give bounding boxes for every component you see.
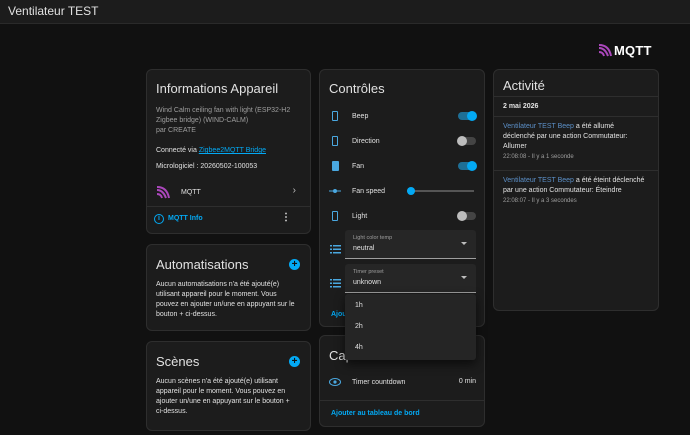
activity-entry: Ventilateur TEST Beep a été éteint décle… [503, 176, 650, 206]
device-icon [328, 109, 342, 123]
control-row-fan-speed: Fan speed [328, 182, 476, 200]
mqtt-integration-label: MQTT [181, 189, 201, 196]
connected-via-label: Connecté via [156, 147, 199, 154]
overflow-menu-icon[interactable]: ⋮ [281, 212, 291, 223]
light-color-temp-select[interactable]: Light color temp neutral [345, 230, 476, 259]
scenes-text-line: appareil pour le moment. Vous pouvez en [156, 388, 286, 395]
timer-countdown-row[interactable]: Timer countdown 0 min [328, 373, 476, 391]
control-row-fan[interactable]: Fan [328, 157, 477, 175]
beep-label: Beep [352, 112, 369, 120]
activity-text: déclenché par une action Commutateur: [503, 133, 628, 140]
control-row-beep[interactable]: Beep [328, 107, 477, 125]
eye-icon [328, 375, 342, 389]
device-icon [328, 209, 342, 223]
timer-preset-dropdown-menu: 1h 2h 4h [345, 294, 476, 360]
device-info-card: Informations Appareil Wind Calm ceiling … [146, 69, 311, 234]
device-icon [328, 159, 342, 173]
mqtt-logo-icon [598, 43, 612, 56]
light-label: Light [352, 212, 368, 220]
scenes-text-line: ajouter un/une en appuyant sur le bouton… [156, 398, 290, 405]
activity-text: a été allumé [573, 123, 615, 130]
mqtt-logo-text: MQTT [614, 42, 652, 58]
dropdown-arrow-icon [461, 242, 467, 245]
device-model-line-1: Wind Calm ceiling fan with light (ESP32-… [156, 107, 291, 114]
list-icon [330, 275, 341, 293]
activity-text: par une action Commutateur: Éteindre [503, 187, 622, 194]
divider [147, 206, 310, 207]
timer-preset-select[interactable]: Timer preset unknown [345, 264, 476, 293]
activity-card: Activité 2 mai 2026 Ventilateur TEST Bee… [493, 69, 659, 311]
device-info-title: Informations Appareil [156, 81, 279, 96]
connected-via: Connecté via Zigbee2MQTT Bridge [156, 146, 266, 156]
activity-entity-link[interactable]: Ventilateur TEST Beep [503, 123, 574, 130]
automations-text-line: bouton + ci-dessus. [156, 311, 217, 318]
activity-entity-link[interactable]: Ventilateur TEST Beep [503, 177, 574, 184]
fan-speed-slider[interactable] [407, 187, 474, 195]
light-color-temp-caption: Light color temp [353, 235, 393, 241]
device-icon [328, 134, 342, 148]
dropdown-option[interactable]: 2h [355, 323, 363, 330]
direction-label: Direction [352, 137, 380, 145]
divider [494, 116, 658, 117]
activity-text: Allumer [503, 143, 527, 150]
activity-date: 2 mai 2026 [503, 103, 539, 110]
dropdown-arrow-icon [461, 276, 467, 279]
page-title: Ventilateur TEST [8, 4, 99, 18]
scenes-text-line: Aucun scènes n'a été ajouté(e) utilisant [156, 378, 278, 385]
automations-text-line: pouvez en ajouter un/une en appuyant sur… [156, 301, 295, 308]
automations-card: Automatisations + Aucun automatisations … [146, 244, 311, 331]
automations-empty-text: Aucun automatisations n'a été ajouté(e) … [156, 280, 295, 320]
scenes-text-line: ci-dessus. [156, 408, 188, 415]
chevron-right-icon: › [292, 185, 296, 196]
fan-speed-label: Fan speed [352, 187, 386, 195]
add-automation-button[interactable]: + [289, 259, 300, 270]
mqtt-logo: MQTT [598, 42, 658, 58]
device-manufacturer: par CREATE [156, 127, 196, 134]
top-bar: Ventilateur TEST [0, 0, 690, 24]
dropdown-option[interactable]: 4h [355, 344, 363, 351]
fan-toggle[interactable] [458, 161, 477, 171]
mqtt-info-label: MQTT Info [168, 215, 203, 222]
add-scene-button[interactable]: + [289, 356, 300, 367]
dropdown-option[interactable]: 1h [355, 302, 363, 309]
activity-time: 22:08:07 - Il y a 3 secondes [503, 198, 577, 204]
activity-text: a été éteint déclenché [573, 177, 645, 184]
activity-title: Activité [503, 78, 545, 93]
add-to-dashboard-link[interactable]: Ajouter au tableau de bord [331, 409, 420, 419]
mqtt-integration-row[interactable]: MQTT › [147, 182, 310, 204]
slider-icon [328, 184, 342, 198]
direction-toggle[interactable] [457, 136, 476, 146]
scenes-title: Scènes [156, 354, 200, 369]
scenes-empty-text: Aucun scènes n'a été ajouté(e) utilisant… [156, 377, 290, 417]
info-icon: i [154, 214, 164, 224]
timer-countdown-label: Timer countdown [352, 378, 406, 386]
beep-toggle[interactable] [458, 111, 477, 121]
device-model: Wind Calm ceiling fan with light (ESP32-… [156, 106, 290, 136]
device-model-line-2: Zigbee bridge) (WIND-CALM) [156, 117, 249, 124]
light-toggle[interactable] [457, 211, 476, 221]
fan-label: Fan [352, 162, 365, 170]
divider [494, 96, 658, 97]
zigbee2mqtt-bridge-link[interactable]: Zigbee2MQTT Bridge [199, 147, 266, 154]
firmware-version: Micrologiciel : 20260502-100053 [156, 163, 258, 170]
light-color-temp-value: neutral [353, 245, 375, 252]
automations-text-line: Aucun automatisations n'a été ajouté(e) [156, 281, 280, 288]
automations-title: Automatisations [156, 257, 249, 272]
divider [320, 400, 484, 401]
activity-time: 22:08:08 - Il y a 1 seconde [503, 154, 574, 160]
automations-text-line: utilisant appareil pour le moment. Vous [156, 291, 277, 298]
controls-title: Contrôles [329, 81, 385, 96]
scenes-card: Scènes + Aucun scènes n'a été ajouté(e) … [146, 341, 311, 431]
mqtt-info-button[interactable]: i MQTT Info [154, 214, 203, 224]
list-icon [330, 241, 341, 259]
fan-speed-slider-thumb[interactable] [407, 187, 415, 195]
timer-preset-caption: Timer preset [353, 269, 384, 275]
mqtt-integration-icon [156, 186, 170, 199]
activity-entry: Ventilateur TEST Beep a été allumé décle… [503, 122, 650, 162]
control-row-light[interactable]: Light [328, 207, 476, 225]
control-row-direction[interactable]: Direction [328, 132, 476, 150]
timer-countdown-value: 0 min [458, 378, 476, 385]
timer-preset-value: unknown [353, 279, 382, 286]
divider [494, 170, 658, 171]
